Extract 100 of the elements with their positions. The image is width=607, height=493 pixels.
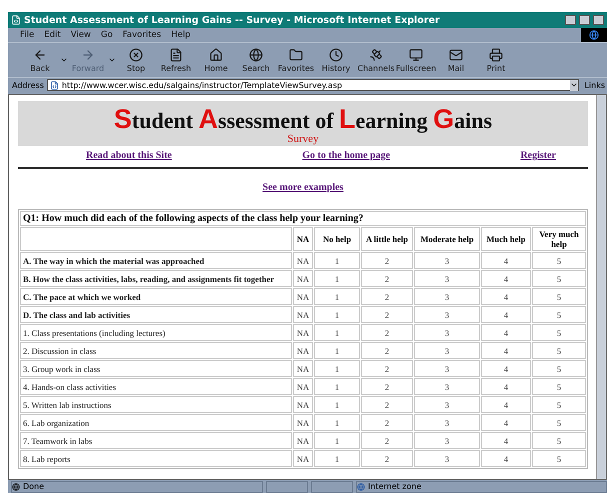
toolbar-button[interactable]: Back bbox=[20, 48, 60, 72]
menu-item[interactable]: Help bbox=[171, 30, 190, 40]
rating-cell[interactable]: 1 bbox=[314, 324, 360, 341]
toolbar-button[interactable]: Search bbox=[236, 48, 276, 72]
rating-cell[interactable]: 4 bbox=[481, 306, 531, 323]
more-link[interactable]: See more examples bbox=[262, 182, 344, 193]
rating-cell[interactable]: 5 bbox=[532, 288, 586, 305]
rating-cell[interactable]: 3 bbox=[414, 414, 480, 431]
rating-cell[interactable]: NA bbox=[293, 324, 313, 341]
rating-cell[interactable]: 3 bbox=[414, 360, 480, 377]
rating-cell[interactable]: 2 bbox=[361, 450, 413, 467]
rating-cell[interactable]: 2 bbox=[361, 432, 413, 449]
rating-cell[interactable]: 2 bbox=[361, 342, 413, 359]
rating-cell[interactable]: 3 bbox=[414, 450, 480, 467]
rating-cell[interactable]: NA bbox=[293, 432, 313, 449]
rating-cell[interactable]: 2 bbox=[361, 252, 413, 269]
rating-cell[interactable]: 1 bbox=[314, 306, 360, 323]
rating-cell[interactable]: 5 bbox=[532, 378, 586, 395]
rating-cell[interactable]: 2 bbox=[361, 378, 413, 395]
rating-cell[interactable]: 3 bbox=[414, 432, 480, 449]
rating-cell[interactable]: 1 bbox=[314, 432, 360, 449]
rating-cell[interactable]: 5 bbox=[532, 414, 586, 431]
toolbar-button[interactable]: History bbox=[316, 48, 356, 72]
rating-cell[interactable]: 4 bbox=[481, 378, 531, 395]
rating-cell[interactable]: 5 bbox=[532, 396, 586, 413]
rating-cell[interactable]: 1 bbox=[314, 414, 360, 431]
rating-cell[interactable]: 2 bbox=[361, 414, 413, 431]
rating-cell[interactable]: 2 bbox=[361, 288, 413, 305]
toolbar-button[interactable]: Channels bbox=[356, 48, 396, 72]
rating-cell[interactable]: 5 bbox=[532, 450, 586, 467]
rating-cell[interactable]: 4 bbox=[481, 414, 531, 431]
toolbar-button[interactable]: Refresh bbox=[156, 48, 196, 72]
rating-cell[interactable]: NA bbox=[293, 342, 313, 359]
scrollbar[interactable] bbox=[596, 95, 606, 479]
rating-cell[interactable]: 1 bbox=[314, 342, 360, 359]
nav-link[interactable]: Go to the home page bbox=[302, 150, 390, 161]
rating-cell[interactable]: 3 bbox=[414, 288, 480, 305]
rating-cell[interactable]: 4 bbox=[481, 324, 531, 341]
address-field[interactable]: http://www.wcer.wisc.edu/salgains/instructor/TemplateViewSurvey.asp bbox=[46, 79, 580, 91]
rating-cell[interactable]: 5 bbox=[532, 252, 586, 269]
rating-cell[interactable]: 3 bbox=[414, 396, 480, 413]
rating-cell[interactable]: 4 bbox=[481, 270, 531, 287]
toolbar-button[interactable]: Favorites bbox=[276, 48, 316, 72]
rating-cell[interactable]: 1 bbox=[314, 252, 360, 269]
rating-cell[interactable]: 2 bbox=[361, 306, 413, 323]
rating-cell[interactable]: 1 bbox=[314, 288, 360, 305]
rating-cell[interactable]: NA bbox=[293, 378, 313, 395]
rating-cell[interactable]: 4 bbox=[481, 432, 531, 449]
rating-cell[interactable]: 5 bbox=[532, 306, 586, 323]
menu-item[interactable]: Edit bbox=[44, 30, 61, 40]
rating-cell[interactable]: 4 bbox=[481, 252, 531, 269]
rating-cell[interactable]: NA bbox=[293, 450, 313, 467]
rating-cell[interactable]: 5 bbox=[532, 270, 586, 287]
rating-cell[interactable]: 5 bbox=[532, 432, 586, 449]
rating-cell[interactable]: NA bbox=[293, 396, 313, 413]
rating-cell[interactable]: 4 bbox=[481, 396, 531, 413]
toolbar-button[interactable]: Home bbox=[196, 48, 236, 72]
nav-link[interactable]: Read about this Site bbox=[86, 150, 172, 161]
toolbar-button[interactable]: Print bbox=[476, 48, 516, 72]
rating-cell[interactable]: NA bbox=[293, 288, 313, 305]
rating-cell[interactable]: 2 bbox=[361, 360, 413, 377]
menu-item[interactable]: View bbox=[70, 30, 91, 40]
links-button[interactable]: Links bbox=[582, 80, 607, 90]
toolbar-button[interactable]: Stop bbox=[116, 48, 156, 72]
menu-item[interactable]: File bbox=[20, 30, 34, 40]
rating-cell[interactable]: 3 bbox=[414, 378, 480, 395]
maximize-button[interactable] bbox=[579, 15, 590, 25]
rating-cell[interactable]: NA bbox=[293, 414, 313, 431]
rating-cell[interactable]: 1 bbox=[314, 360, 360, 377]
rating-cell[interactable]: 1 bbox=[314, 270, 360, 287]
dropdown-button[interactable] bbox=[570, 80, 578, 90]
rating-cell[interactable]: 2 bbox=[361, 270, 413, 287]
rating-cell[interactable]: 5 bbox=[532, 360, 586, 377]
menu-item[interactable]: Go bbox=[100, 30, 113, 40]
rating-cell[interactable]: 4 bbox=[481, 342, 531, 359]
toolbar-button[interactable]: Mail bbox=[436, 48, 476, 72]
caret-icon[interactable] bbox=[60, 56, 68, 64]
rating-cell[interactable]: 1 bbox=[314, 378, 360, 395]
rating-cell[interactable]: 5 bbox=[532, 342, 586, 359]
rating-cell[interactable]: 4 bbox=[481, 450, 531, 467]
rating-cell[interactable]: 3 bbox=[414, 306, 480, 323]
rating-cell[interactable]: 5 bbox=[532, 324, 586, 341]
rating-cell[interactable]: 1 bbox=[314, 396, 360, 413]
close-button[interactable] bbox=[593, 15, 604, 25]
rating-cell[interactable]: 1 bbox=[314, 450, 360, 467]
rating-cell[interactable]: NA bbox=[293, 270, 313, 287]
menu-item[interactable]: Favorites bbox=[122, 30, 162, 40]
rating-cell[interactable]: 2 bbox=[361, 396, 413, 413]
rating-cell[interactable]: NA bbox=[293, 360, 313, 377]
nav-link[interactable]: Register bbox=[520, 150, 556, 161]
rating-cell[interactable]: 2 bbox=[361, 324, 413, 341]
rating-cell[interactable]: 4 bbox=[481, 360, 531, 377]
rating-cell[interactable]: NA bbox=[293, 252, 313, 269]
rating-cell[interactable]: 3 bbox=[414, 324, 480, 341]
rating-cell[interactable]: 3 bbox=[414, 342, 480, 359]
toolbar-button[interactable]: Fullscreen bbox=[396, 48, 436, 72]
rating-cell[interactable]: 4 bbox=[481, 288, 531, 305]
rating-cell[interactable]: 3 bbox=[414, 270, 480, 287]
rating-cell[interactable]: 3 bbox=[414, 252, 480, 269]
rating-cell[interactable]: NA bbox=[293, 306, 313, 323]
